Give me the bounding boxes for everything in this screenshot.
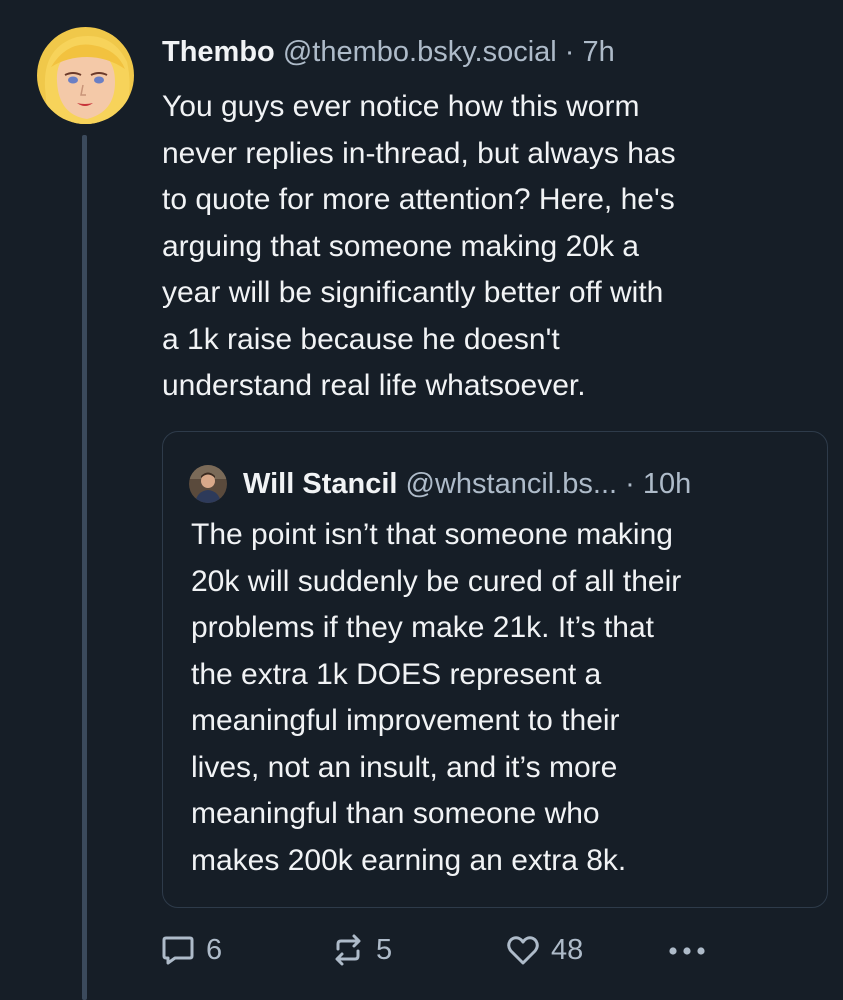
repost-button[interactable]: 5 [330, 930, 392, 970]
quote-author-avatar[interactable] [189, 465, 227, 503]
quote-text: The point isn’t that someone making 20k … [191, 518, 682, 877]
quote-timestamp[interactable]: 10h [643, 468, 691, 500]
author-handle[interactable]: @thembo.bsky.social [283, 36, 557, 68]
quote-author-handle[interactable]: @whstancil.bs... [406, 468, 618, 500]
reply-count: 6 [206, 933, 223, 966]
quote-header-separator: · [617, 468, 643, 500]
post-text: You guys ever notice how this worm never… [162, 90, 676, 402]
repost-count: 5 [376, 933, 393, 966]
speech-bubble-icon [160, 932, 196, 968]
thread-line [82, 135, 87, 1000]
like-button[interactable]: 48 [505, 930, 583, 970]
post-actions: 6 5 48 [160, 930, 720, 970]
quote-author-display-name[interactable]: Will Stancil [243, 468, 397, 500]
heart-outline-icon [505, 932, 541, 968]
post-header: Thembo @thembo.bsky.social · 7h [162, 30, 615, 74]
quote-header: Will Stancil @whstancil.bs... · 10h [243, 462, 691, 506]
post: Thembo @thembo.bsky.social · 7h You guys… [0, 0, 843, 1000]
ellipsis-icon [665, 932, 709, 968]
header-separator: · [556, 36, 583, 68]
more-options-button[interactable] [665, 930, 709, 970]
reply-button[interactable]: 6 [160, 930, 222, 970]
repost-arrows-icon [330, 932, 366, 968]
quote-post-card[interactable]: Will Stancil @whstancil.bs... · 10h The … [162, 431, 828, 908]
author-avatar[interactable] [37, 27, 134, 124]
post-timestamp[interactable]: 7h [583, 36, 615, 68]
like-count: 48 [551, 933, 584, 966]
author-display-name[interactable]: Thembo [162, 36, 275, 68]
